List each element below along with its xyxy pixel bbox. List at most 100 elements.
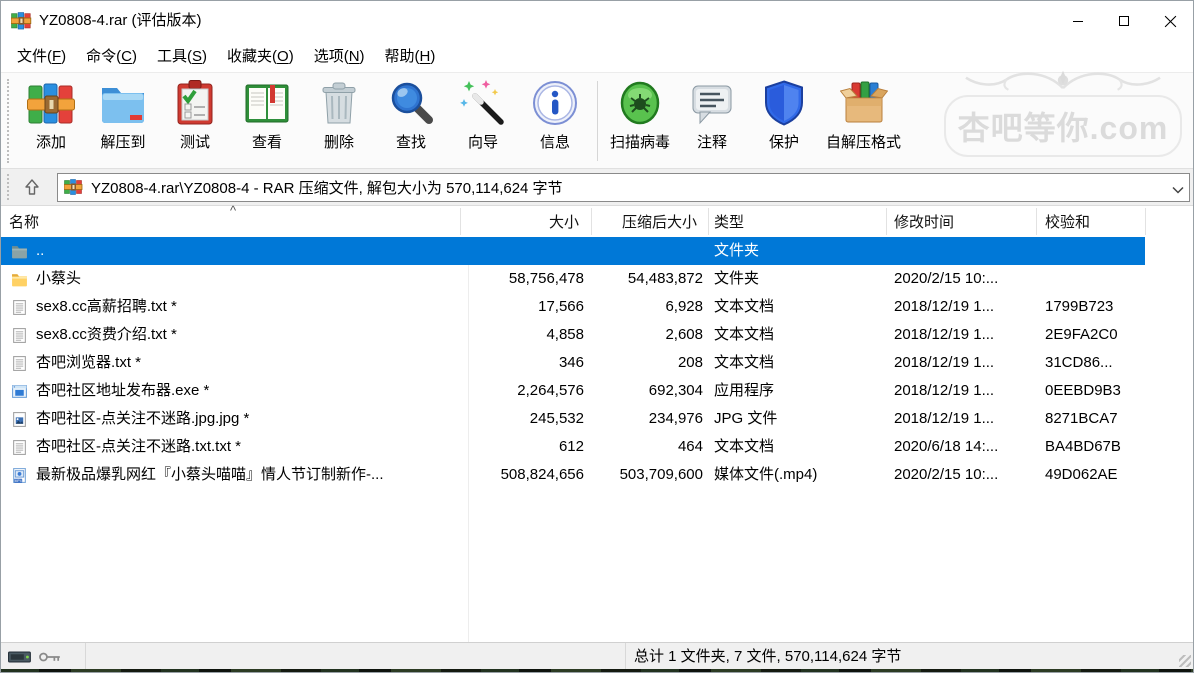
packed-size-cell [591, 237, 703, 265]
table-row-4[interactable]: sex8.cc资费介绍.txt * 4,858 2,608 文本文档 2018/12/1… [1, 321, 1193, 349]
up-directory-button[interactable] [13, 172, 51, 202]
file-size-cell: 612 [558, 438, 584, 455]
toolbar-button-4[interactable]: 查看 [231, 77, 303, 165]
column-separator[interactable] [1145, 208, 1146, 235]
file-name-text: 杏吧社区-点关注不迷路.jpg.jpg * [36, 410, 250, 427]
toolbar-button-7[interactable]: 向导 [447, 77, 519, 165]
desktop-edge-strip [1, 669, 1193, 672]
toolbar-separator [597, 81, 598, 161]
protect-shield-icon [760, 79, 808, 127]
table-row-5[interactable]: 杏吧浏览器.txt * 346 208 文本文档 2018/12/19 1... 31CD… [1, 349, 1193, 377]
toolbar-button-1[interactable]: 添加 [15, 77, 87, 165]
file-type-cell: JPG 文件 [714, 410, 778, 427]
winrar-window: YZ0808-4.rar (评估版本) 文件(F) 命令(C) 工具(S) 收藏夹(O… [0, 0, 1194, 673]
file-name-text: sex8.cc高薪招聘.txt * [36, 298, 177, 315]
toolbar-button-label: 自解压格式 [826, 134, 902, 151]
column-separator[interactable] [460, 208, 461, 235]
file-name-cell: sex8.cc高薪招聘.txt * [11, 293, 456, 321]
table-row-6[interactable]: 杏吧社区地址发布器.exe * 2,264,576 692,304 应用程序 2018/… [1, 377, 1193, 405]
toolbar-button-10[interactable]: 扫描病毒 [604, 77, 676, 165]
toolbar-button-label: 保护 [769, 134, 800, 151]
menu-item-4[interactable]: 收藏夹(O) [217, 41, 304, 72]
toolbar-button-6[interactable]: 查找 [375, 77, 447, 165]
close-button[interactable] [1147, 1, 1193, 41]
menu-item-5[interactable]: 选项(N) [304, 41, 375, 72]
toolbar-button-3[interactable]: 测试 [159, 77, 231, 165]
toolbar-button-label: 向导 [467, 134, 498, 151]
modified-time-cell: 2020/2/15 10:... [894, 466, 999, 483]
toolbar-button-13[interactable]: 自解压格式 [820, 77, 907, 165]
packed-size-cell: 503,709,600 [619, 466, 703, 483]
column-header-4[interactable]: 类型 [714, 206, 882, 237]
statusbar-icons [1, 643, 86, 670]
column-header-1[interactable]: 名称 [9, 206, 449, 237]
toolbar-button-2[interactable]: 解压到 [87, 77, 159, 165]
table-row-7[interactable]: 杏吧社区-点关注不迷路.jpg.jpg * 245,532 234,976 JPG 文… [1, 405, 1193, 433]
minimize-button[interactable] [1055, 1, 1101, 41]
find-magnifier-icon [387, 79, 435, 127]
jpg-icon [11, 411, 28, 428]
statusbar-total: 总计 1 文件夹, 7 文件, 570,114,624 字节 [625, 643, 1179, 670]
table-row-2[interactable]: 小蔡头 58,756,478 54,483,872 文件夹 2020/2/15 10:.… [1, 265, 1193, 293]
toolbar-button-11[interactable]: 注释 [676, 77, 748, 165]
toolbar-button-8[interactable]: 信息 [519, 77, 591, 165]
toolbar-button-label: 信息 [539, 134, 570, 151]
menu-item-2[interactable]: 命令(C) [76, 41, 147, 72]
key-icon[interactable] [38, 649, 62, 665]
file-name-text: 最新极品爆乳网红『小蔡头喵喵』情人节订制新作-... [36, 466, 384, 483]
resize-grip[interactable] [1179, 655, 1191, 667]
toolbar-grip[interactable] [7, 79, 11, 163]
file-list-header: ^ 名称 大小 压缩后大小 类型 修改时间 校验和 [1, 203, 1193, 237]
column-separator[interactable] [708, 208, 709, 235]
checksum-cell: 49D062AE [1045, 466, 1118, 483]
maximize-button[interactable] [1101, 1, 1147, 41]
text-icon [11, 327, 28, 344]
column-header-5[interactable]: 修改时间 [894, 206, 1034, 237]
view-book-icon [243, 79, 291, 127]
addressbar-grip[interactable] [7, 174, 11, 200]
toolbar-button-label: 测试 [179, 134, 210, 151]
file-name-cell: 杏吧社区地址发布器.exe * [11, 377, 456, 405]
mp4-icon: MP4 [11, 467, 28, 484]
delete-trash-icon [315, 79, 363, 127]
column-header-2[interactable]: 大小 [460, 206, 579, 237]
packed-size-cell: 692,304 [648, 382, 703, 399]
combobox-dropdown-icon[interactable] [1171, 182, 1185, 194]
toolbar-button-5[interactable]: 删除 [303, 77, 375, 165]
menu-item-3[interactable]: 工具(S) [147, 41, 217, 72]
file-size-cell: 4,858 [546, 326, 584, 343]
file-name-text: 杏吧社区-点关注不迷路.txt.txt * [36, 438, 242, 455]
archive-path-combobox[interactable]: YZ0808-4.rar\YZ0808-4 - RAR 压缩文件, 解包大小为 … [57, 172, 1190, 202]
file-name-cell: 杏吧社区-点关注不迷路.txt.txt * [11, 433, 456, 461]
table-row-3[interactable]: sex8.cc高薪招聘.txt * 17,566 6,928 文本文档 2018/12/… [1, 293, 1193, 321]
text-icon [11, 355, 28, 372]
column-header-3[interactable]: 压缩后大小 [591, 206, 697, 237]
table-row-1[interactable]: .. 文件夹 [1, 237, 1145, 265]
file-size-cell [460, 237, 584, 265]
watermark: 杏吧等你.com [937, 69, 1189, 173]
column-separator[interactable] [886, 208, 887, 235]
toolbar-button-label: 扫描病毒 [610, 134, 671, 151]
folder-icon [11, 271, 28, 288]
menu-item-1[interactable]: 文件(F) [7, 41, 76, 72]
menu-item-6[interactable]: 帮助(H) [375, 41, 446, 72]
menu-bar: 文件(F) 命令(C) 工具(S) 收藏夹(O) 选项(N) 帮助(H) [1, 41, 1193, 73]
packed-size-cell: 234,976 [648, 410, 703, 427]
table-row-8[interactable]: 杏吧社区-点关注不迷路.txt.txt * 612 464 文本文档 2020/6/18… [1, 433, 1193, 461]
extract-folder-icon [99, 79, 147, 127]
checksum-cell: 8271BCA7 [1045, 410, 1118, 427]
modified-time-cell: 2018/12/19 1... [894, 410, 995, 427]
checksum-cell: 31CD86... [1045, 354, 1113, 371]
column-separator[interactable] [1036, 208, 1037, 235]
column-header-6[interactable]: 校验和 [1045, 206, 1141, 237]
checksum-cell: 0EEBD9B3 [1045, 382, 1121, 399]
toolbar-button-12[interactable]: 保护 [748, 77, 820, 165]
drive-icon[interactable] [8, 649, 32, 665]
column-separator[interactable] [591, 208, 592, 235]
table-row-9[interactable]: MP4 最新极品爆乳网红『小蔡头喵喵』情人节订制新作-... 508,824,656… [1, 461, 1193, 489]
exe-icon [11, 383, 28, 400]
file-type-cell: 文件夹 [714, 270, 760, 287]
toolbar-button-label: 查找 [395, 134, 426, 151]
watermark-text: 杏吧等你.com [957, 110, 1169, 146]
file-size-cell: 17,566 [538, 298, 584, 315]
